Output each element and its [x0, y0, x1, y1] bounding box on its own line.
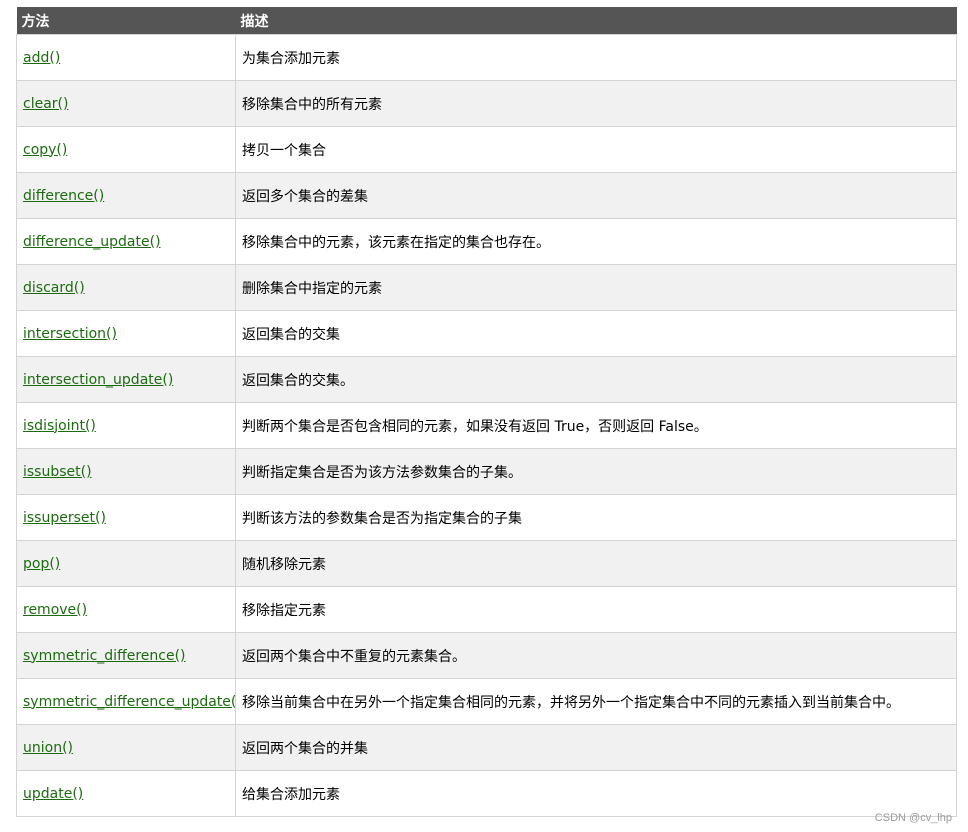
- header-method: 方法: [16, 7, 236, 35]
- table-row: update() 给集合添加元素: [16, 770, 957, 817]
- description-cell: 返回两个集合中不重复的元素集合。: [235, 632, 957, 679]
- method-cell: add(): [16, 34, 236, 81]
- table-row: issubset() 判断指定集合是否为该方法参数集合的子集。: [16, 448, 957, 495]
- method-cell: pop(): [16, 540, 236, 587]
- description-cell: 返回两个集合的并集: [235, 724, 957, 771]
- method-cell: symmetric_difference(): [16, 632, 236, 679]
- table-row: intersection_update() 返回集合的交集。: [16, 356, 957, 403]
- table-row: pop() 随机移除元素: [16, 540, 957, 587]
- method-link[interactable]: issubset(): [23, 464, 92, 480]
- table-body: add() 为集合添加元素 clear() 移除集合中的所有元素 copy() …: [16, 34, 957, 817]
- table-row: remove() 移除指定元素: [16, 586, 957, 633]
- method-link[interactable]: difference(): [23, 188, 104, 204]
- method-cell: discard(): [16, 264, 236, 311]
- method-cell: remove(): [16, 586, 236, 633]
- method-link[interactable]: isdisjoint(): [23, 418, 96, 434]
- method-link[interactable]: add(): [23, 50, 60, 66]
- method-cell: clear(): [16, 80, 236, 127]
- method-cell: isdisjoint(): [16, 402, 236, 449]
- description-cell: 拷贝一个集合: [235, 126, 957, 173]
- description-cell: 返回多个集合的差集: [235, 172, 957, 219]
- table-row: symmetric_difference() 返回两个集合中不重复的元素集合。: [16, 632, 957, 679]
- method-link[interactable]: pop(): [23, 556, 60, 572]
- table-row: copy() 拷贝一个集合: [16, 126, 957, 173]
- method-link[interactable]: copy(): [23, 142, 67, 158]
- description-cell: 删除集合中指定的元素: [235, 264, 957, 311]
- method-cell: update(): [16, 770, 236, 817]
- method-link[interactable]: clear(): [23, 96, 68, 112]
- method-link[interactable]: remove(): [23, 602, 87, 618]
- table-row: discard() 删除集合中指定的元素: [16, 264, 957, 311]
- description-cell: 判断两个集合是否包含相同的元素，如果没有返回 True，否则返回 False。: [235, 402, 957, 449]
- description-cell: 移除当前集合中在另外一个指定集合相同的元素，并将另外一个指定集合中不同的元素插入…: [235, 678, 957, 725]
- method-link[interactable]: intersection(): [23, 326, 117, 342]
- table-row: clear() 移除集合中的所有元素: [16, 80, 957, 127]
- header-description: 描述: [235, 7, 957, 35]
- description-cell: 判断指定集合是否为该方法参数集合的子集。: [235, 448, 957, 495]
- table-row: union() 返回两个集合的并集: [16, 724, 957, 771]
- table-row: difference() 返回多个集合的差集: [16, 172, 957, 219]
- description-cell: 返回集合的交集: [235, 310, 957, 357]
- description-cell: 判断该方法的参数集合是否为指定集合的子集: [235, 494, 957, 541]
- table-row: add() 为集合添加元素: [16, 34, 957, 81]
- description-cell: 给集合添加元素: [235, 770, 957, 817]
- description-cell: 随机移除元素: [235, 540, 957, 587]
- methods-table: 方法 描述 add() 为集合添加元素 clear() 移除集合中的所有元素 c…: [16, 7, 957, 817]
- description-cell: 为集合添加元素: [235, 34, 957, 81]
- method-link[interactable]: intersection_update(): [23, 372, 173, 388]
- method-cell: difference(): [16, 172, 236, 219]
- description-cell: 移除集合中的所有元素: [235, 80, 957, 127]
- table-header-row: 方法 描述: [16, 7, 957, 35]
- method-link[interactable]: issuperset(): [23, 510, 106, 526]
- method-link[interactable]: union(): [23, 740, 73, 756]
- method-cell: intersection_update(): [16, 356, 236, 403]
- table-row: issuperset() 判断该方法的参数集合是否为指定集合的子集: [16, 494, 957, 541]
- method-cell: issubset(): [16, 448, 236, 495]
- description-cell: 移除指定元素: [235, 586, 957, 633]
- description-cell: 返回集合的交集。: [235, 356, 957, 403]
- method-link[interactable]: symmetric_difference(): [23, 648, 186, 664]
- method-link[interactable]: update(): [23, 786, 83, 802]
- description-cell: 移除集合中的元素，该元素在指定的集合也存在。: [235, 218, 957, 265]
- method-link[interactable]: symmetric_difference_update(): [23, 694, 235, 710]
- method-cell: difference_update(): [16, 218, 236, 265]
- method-cell: issuperset(): [16, 494, 236, 541]
- method-cell: copy(): [16, 126, 236, 173]
- table-row: symmetric_difference_update() 移除当前集合中在另外…: [16, 678, 957, 725]
- table-row: difference_update() 移除集合中的元素，该元素在指定的集合也存…: [16, 218, 957, 265]
- watermark: CSDN @cv_lhp: [874, 812, 952, 824]
- method-cell: symmetric_difference_update(): [16, 678, 236, 725]
- method-cell: intersection(): [16, 310, 236, 357]
- method-link[interactable]: difference_update(): [23, 234, 161, 250]
- method-link[interactable]: discard(): [23, 280, 85, 296]
- table-row: intersection() 返回集合的交集: [16, 310, 957, 357]
- method-cell: union(): [16, 724, 236, 771]
- table-row: isdisjoint() 判断两个集合是否包含相同的元素，如果没有返回 True…: [16, 402, 957, 449]
